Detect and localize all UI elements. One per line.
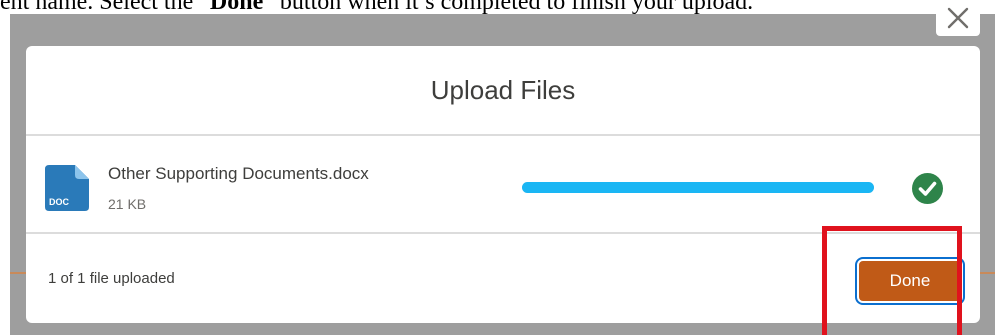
- done-highlight-box: [822, 226, 962, 335]
- close-icon: [947, 7, 969, 29]
- upload-progress-fill: [522, 182, 874, 193]
- upload-progress-bar: [522, 182, 874, 193]
- caption-suffix: ” button when it’s completed to finish y…: [263, 0, 754, 15]
- doc-file-icon: DOC: [45, 165, 89, 211]
- dialog-title: Upload Files: [430, 74, 576, 105]
- close-button[interactable]: [936, 0, 980, 36]
- file-size: 21 KB: [108, 196, 147, 212]
- caption-bold: Done: [209, 0, 264, 15]
- backdrop-divider-left: [10, 272, 26, 274]
- backdrop-divider-right: [979, 272, 995, 274]
- dialog-header: Upload Files: [26, 46, 980, 136]
- caption-prefix: ent name. Select the “: [0, 0, 210, 15]
- doc-icon-label: DOC: [49, 197, 70, 207]
- upload-status-text: 1 of 1 file uploaded: [48, 270, 175, 287]
- check-circle-icon: [912, 173, 943, 204]
- file-name: Other Supporting Documents.docx: [108, 164, 369, 183]
- file-row: DOC Other Supporting Documents.docx 21 K…: [26, 138, 980, 234]
